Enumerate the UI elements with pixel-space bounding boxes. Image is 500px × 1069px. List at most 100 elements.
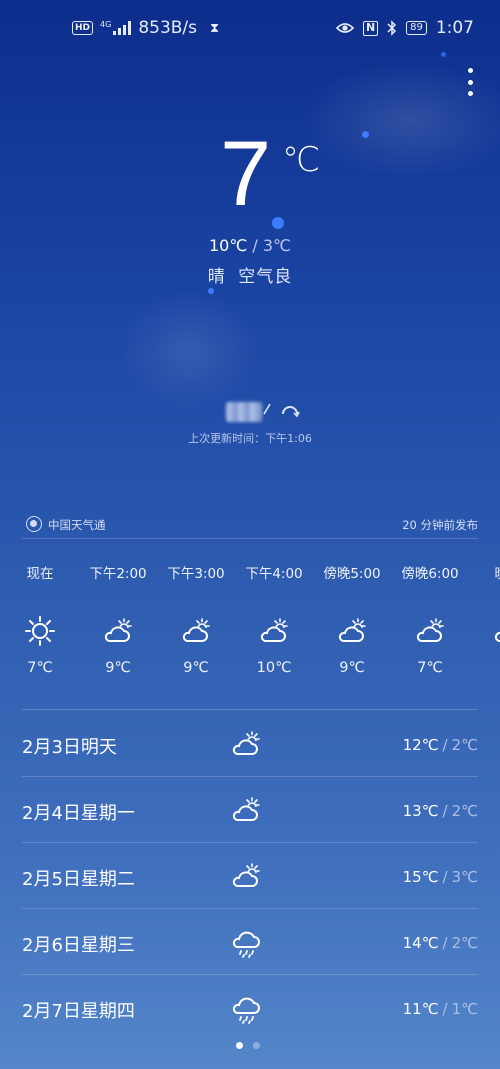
partly-cloudy-icon <box>336 616 368 644</box>
condition-line: 晴 空气良 <box>0 262 500 287</box>
page-dot[interactable] <box>253 1042 260 1049</box>
hourly-time: 下午2:00 <box>89 566 147 582</box>
hourly-temp: 9℃ <box>339 660 365 676</box>
daily-low: 2℃ <box>451 802 478 820</box>
page-indicator[interactable] <box>236 1042 260 1049</box>
daily-range: 11℃/1℃ <box>403 1000 478 1018</box>
daily-high: 13℃ <box>402 802 439 820</box>
daily-high: 15℃ <box>402 868 439 886</box>
daily-row[interactable]: 2月3日明天 12℃/2℃ <box>22 711 478 777</box>
bluetooth-icon <box>387 20 397 36</box>
daily-range: 14℃/2℃ <box>403 934 478 952</box>
rain-cloud-icon <box>230 993 262 1024</box>
location-pin-icon <box>263 403 271 415</box>
daily-row[interactable]: 2月4日星期一 13℃/2℃ <box>22 777 478 843</box>
range-separator: / <box>442 802 448 820</box>
more-menu-icon[interactable] <box>465 68 475 96</box>
light-dot <box>272 217 284 229</box>
daily-date: 2月6日星期三 <box>22 935 135 956</box>
air-quality: 空气良 <box>238 267 293 287</box>
hourly-temp: 6 <box>468 660 500 676</box>
daily-range: 13℃/2℃ <box>403 802 478 820</box>
hourly-temp: 7℃ <box>27 660 53 676</box>
partly-cloudy-icon <box>492 616 500 644</box>
daily-high: 11℃ <box>402 1000 439 1018</box>
light-dot <box>362 131 369 138</box>
partly-cloudy-icon <box>180 616 212 644</box>
range-separator: / <box>442 868 448 886</box>
light-flare <box>120 290 260 410</box>
hourly-time: 现在 <box>26 566 54 582</box>
rain-cloud-icon <box>230 927 262 958</box>
hourly-time: 下午4:00 <box>245 566 303 582</box>
temperature-unit: ℃ <box>282 140 321 180</box>
weather-condition: 晴 <box>207 267 226 287</box>
hourly-time: 晚上 <box>468 562 500 582</box>
provider-logo-icon <box>26 516 42 532</box>
today-low: 3℃ <box>262 236 292 255</box>
daily-date: 2月3日明天 <box>22 737 117 758</box>
nfc-icon: N <box>363 20 379 36</box>
daily-date: 2月7日星期四 <box>22 1001 135 1022</box>
daily-range: 15℃/3℃ <box>403 868 478 886</box>
partly-cloudy-icon <box>230 861 262 891</box>
signal-icon: 4G <box>100 21 132 35</box>
location-name-blurred <box>226 402 262 422</box>
location[interactable] <box>226 398 306 424</box>
daily-low: 1℃ <box>451 1000 478 1018</box>
hourly-time: 傍晚5:00 <box>323 566 381 582</box>
daily-row[interactable]: 2月7日星期四 11℃/1℃ <box>22 975 478 1041</box>
daily-row[interactable]: 2月6日星期三 14℃/2℃ <box>22 909 478 975</box>
hd-icon: HD <box>72 21 94 35</box>
page-dot-active[interactable] <box>236 1042 243 1049</box>
daily-row[interactable]: 2月5日星期二 15℃/3℃ <box>22 843 478 909</box>
hourly-item: 傍晚6:00 7℃ <box>390 562 470 676</box>
divider <box>22 709 478 710</box>
daily-range: 12℃/2℃ <box>403 736 478 754</box>
daily-date: 2月4日星期一 <box>22 803 135 824</box>
hourly-temp: 9℃ <box>105 660 131 676</box>
range-separator: / <box>442 934 448 952</box>
partly-cloudy-icon <box>102 616 134 644</box>
hourly-temp: 10℃ <box>256 660 292 676</box>
partly-cloudy-icon <box>414 616 446 644</box>
hourly-item: 下午2:00 9℃ <box>78 562 158 676</box>
daily-low: 2℃ <box>451 736 478 754</box>
range-separator: / <box>442 1000 448 1018</box>
data-source: 中国天气通 20 分钟前发布 <box>26 515 478 535</box>
network-speed: 853B/s <box>138 18 198 38</box>
light-dot <box>208 288 214 294</box>
daily-date: 2月5日星期二 <box>22 869 135 890</box>
hourly-item: 下午3:00 9℃ <box>156 562 236 676</box>
daily-high: 14℃ <box>402 934 439 952</box>
range-separator: / <box>252 236 258 255</box>
divider <box>22 538 478 539</box>
status-bar: HD 4G 853B/s ⧗ N 89 1:07 <box>0 0 500 58</box>
eye-icon <box>336 23 355 33</box>
partly-cloudy-icon <box>230 795 262 825</box>
published-time: 20 分钟前发布 <box>402 518 478 532</box>
provider-name: 中国天气通 <box>48 518 106 532</box>
hourly-item: 晚上 6 <box>468 562 500 676</box>
partly-cloudy-icon <box>230 729 262 759</box>
hourly-temp: 7℃ <box>417 660 443 676</box>
daily-high: 12℃ <box>402 736 439 754</box>
hourly-time: 傍晚6:00 <box>401 566 459 582</box>
hourly-item: 现在 7℃ <box>0 562 80 676</box>
today-range: 10℃ / 3℃ <box>0 236 500 255</box>
sun-icon <box>24 616 56 646</box>
battery-icon: 89 <box>406 21 427 35</box>
hourly-item: 下午4:00 10℃ <box>234 562 314 676</box>
daily-low: 2℃ <box>451 934 478 952</box>
hourly-item: 傍晚5:00 9℃ <box>312 562 392 676</box>
clock: 1:07 <box>435 18 474 38</box>
last-updated: 上次更新时间：下午1:06 <box>188 432 312 445</box>
daily-low: 3℃ <box>451 868 478 886</box>
hourly-temp: 9℃ <box>183 660 209 676</box>
hourglass-icon: ⧗ <box>210 20 220 36</box>
hourly-time: 下午3:00 <box>167 566 225 582</box>
range-separator: / <box>442 736 448 754</box>
today-high: 10℃ <box>208 236 248 255</box>
hourly-forecast[interactable]: 现在 7℃ 下午2:00 9℃ 下午3:00 9℃ 下午4:00 10℃ 傍晚5:00 9℃ 傍晚6… <box>0 562 500 692</box>
refresh-icon[interactable] <box>280 402 300 422</box>
